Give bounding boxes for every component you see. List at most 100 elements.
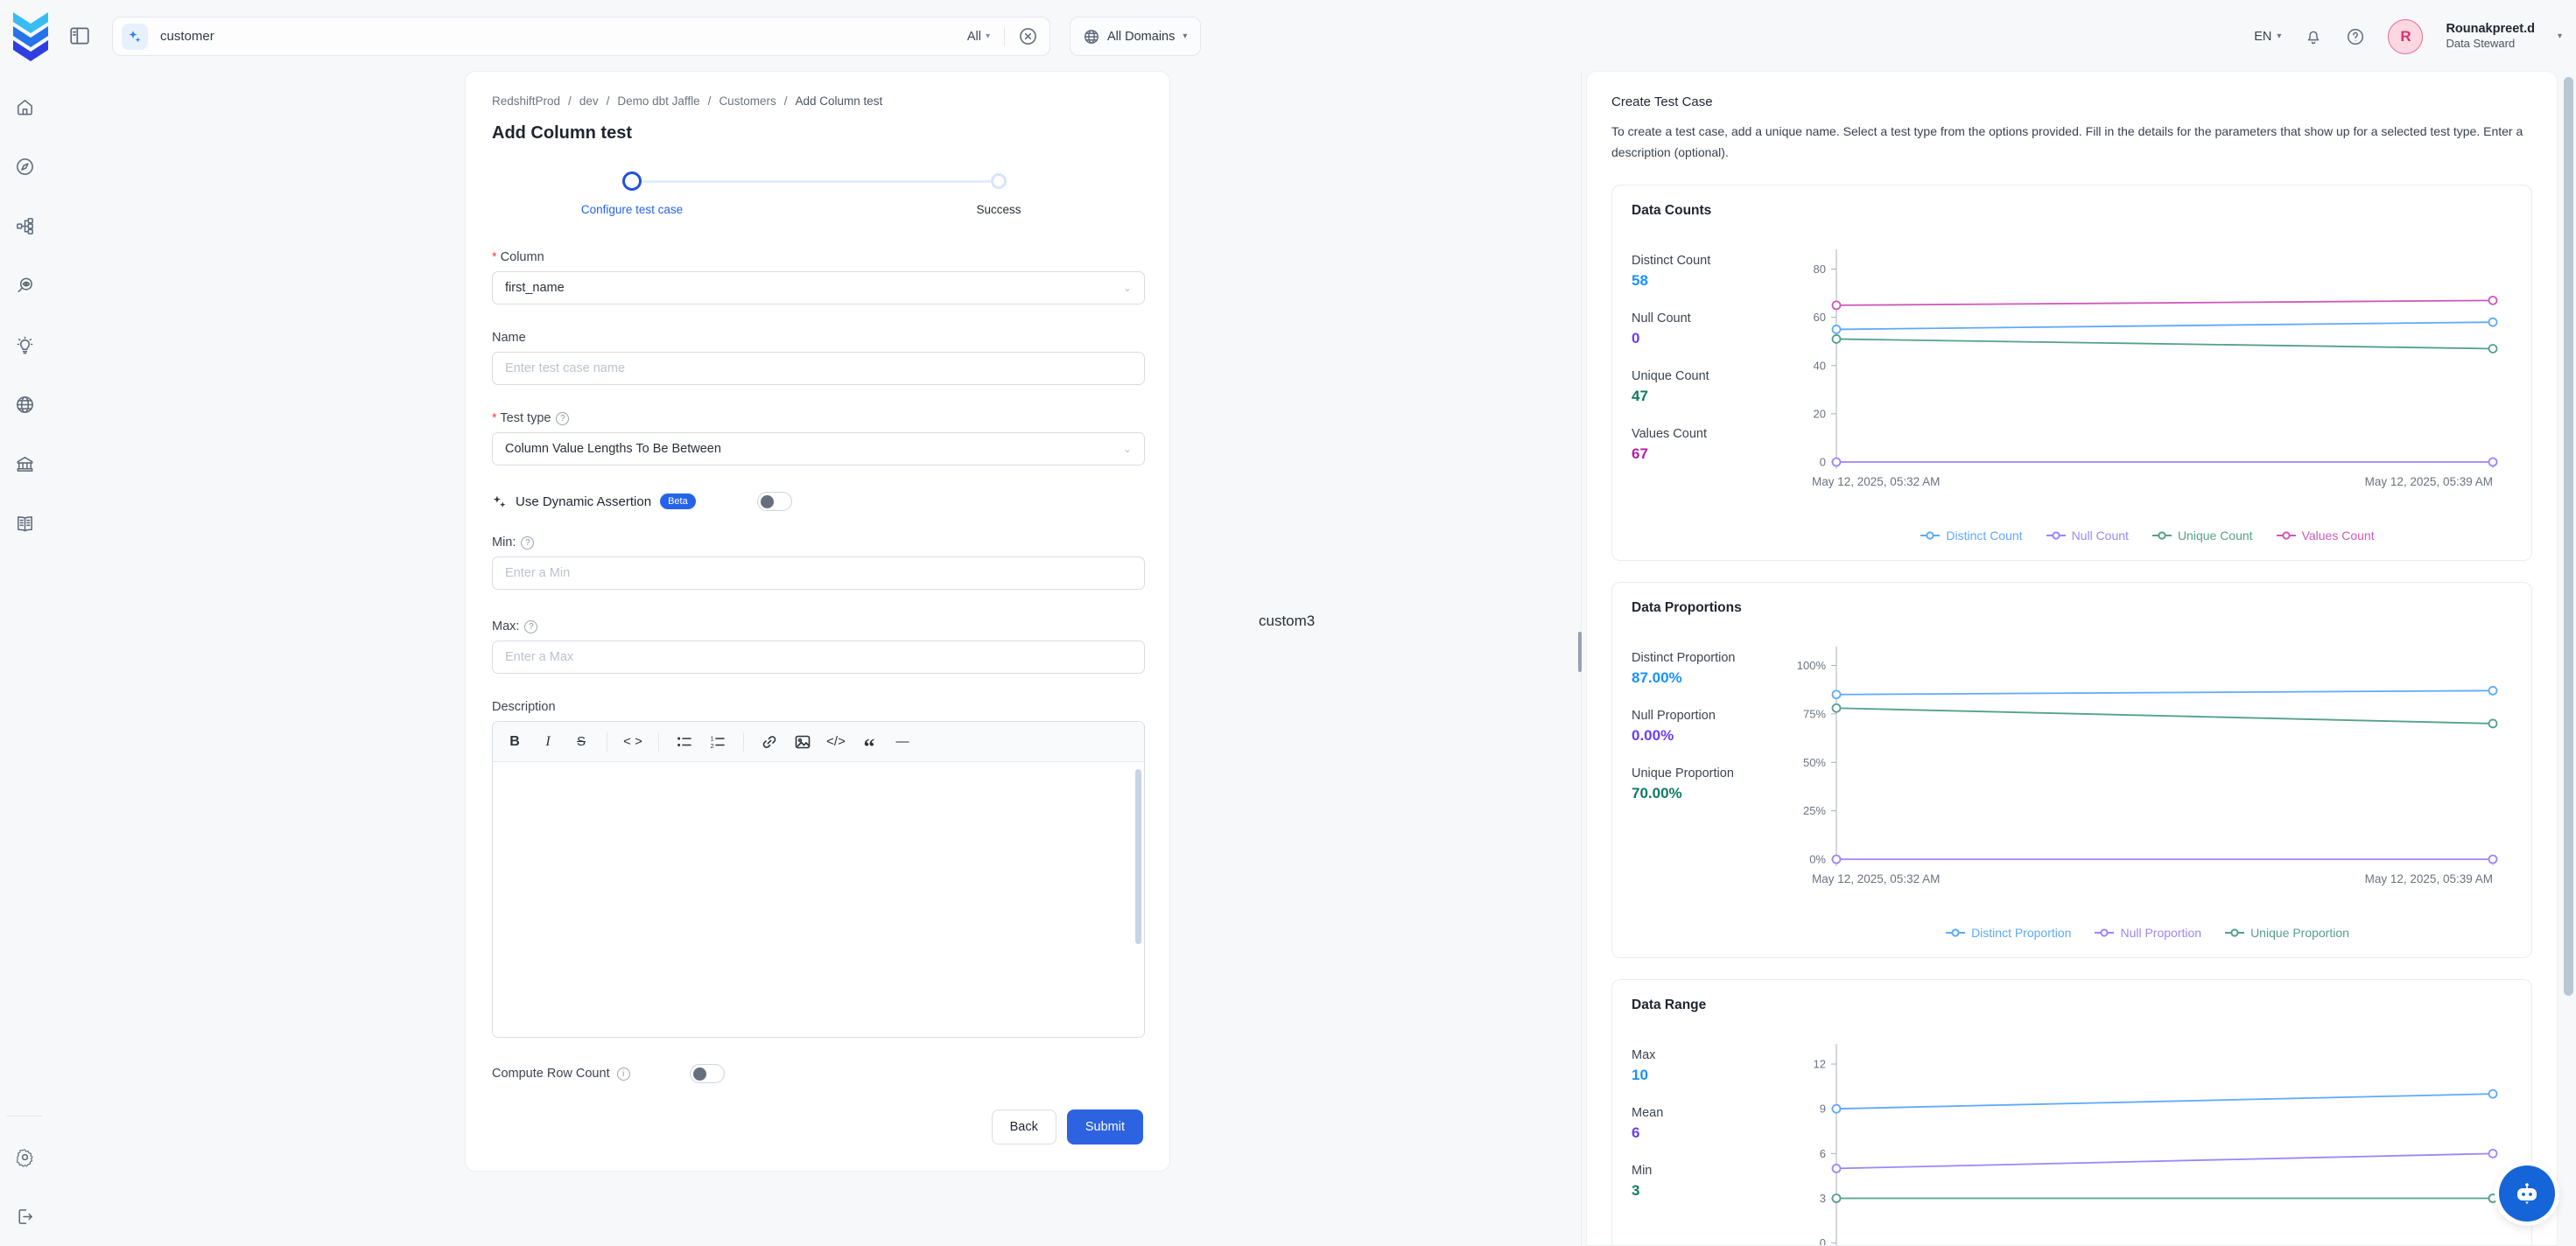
- breadcrumb-link[interactable]: RedshiftProd: [492, 94, 560, 108]
- sidebar-item-explore[interactable]: [5, 136, 44, 196]
- page-title: Add Column test: [492, 123, 1143, 144]
- numbered-list-button[interactable]: 12: [701, 727, 734, 757]
- legend-item[interactable]: Values Count: [2276, 528, 2375, 542]
- stat-unique-count: Unique Count47: [1632, 369, 1782, 405]
- legend-item[interactable]: Distinct Count: [1920, 528, 2022, 542]
- image-button[interactable]: [786, 727, 819, 757]
- panel-resize-handle[interactable]: [1578, 632, 1582, 672]
- strikethrough-button[interactable]: S: [565, 727, 598, 757]
- scrollbar-thumb[interactable]: [1135, 769, 1141, 944]
- test-case-name-input[interactable]: [492, 352, 1145, 385]
- svg-text:80: 80: [1814, 262, 1826, 276]
- robot-icon: [2512, 1179, 2542, 1208]
- language-selector[interactable]: EN ▾: [2254, 30, 2281, 44]
- chevron-down-icon: ⌄: [1123, 443, 1132, 455]
- add-column-test-panel: RedshiftProd/dev/Demo dbt Jaffle/Custome…: [465, 71, 1170, 1172]
- search-scope-dropdown[interactable]: All ▾: [967, 30, 990, 44]
- ai-sparkle-icon[interactable]: [122, 24, 148, 50]
- quote-button[interactable]: “: [853, 727, 886, 757]
- legend-item[interactable]: Unique Count: [2151, 528, 2253, 542]
- sidebar-item-govern[interactable]: [5, 434, 44, 494]
- name-field-label: Name: [492, 331, 526, 345]
- user-avatar[interactable]: R: [2388, 19, 2423, 54]
- breadcrumb-link[interactable]: Add Column test: [795, 94, 882, 108]
- legend-item[interactable]: Null Count: [2046, 528, 2129, 542]
- sidebar-item-home[interactable]: [5, 77, 44, 136]
- sidebar-item-logout[interactable]: [5, 1186, 44, 1246]
- submit-button[interactable]: Submit: [1067, 1110, 1143, 1144]
- notifications-bell-icon[interactable]: [2304, 27, 2323, 46]
- help-icon[interactable]: ?: [524, 620, 537, 634]
- app-logo-icon[interactable]: [11, 10, 51, 61]
- help-icon[interactable]: ?: [521, 536, 534, 550]
- back-button[interactable]: Back: [992, 1110, 1056, 1144]
- global-search-bar[interactable]: customer All ▾: [112, 17, 1050, 56]
- chart-title: Data Range: [1632, 998, 2512, 1013]
- sidebar-item-glossary[interactable]: [5, 494, 44, 553]
- compass-icon: [15, 157, 35, 177]
- svg-text:3: 3: [1820, 1192, 1826, 1205]
- breadcrumb-link[interactable]: dev: [579, 94, 599, 108]
- divider: [1004, 27, 1005, 46]
- sidebar-item-domains[interactable]: [5, 374, 44, 434]
- lineage-network-icon: [15, 216, 35, 236]
- sidebar-item-lineage[interactable]: [5, 196, 44, 256]
- gear-icon: [15, 1147, 35, 1167]
- description-field-label: Description: [492, 700, 556, 714]
- stat-distinct-count: Distinct Count58: [1632, 254, 1782, 290]
- scrollbar-thumb[interactable]: [2564, 77, 2573, 996]
- data-range-card: Data Range Max10Mean6Min3 036912May 12, …: [1611, 979, 2532, 1246]
- test-type-select[interactable]: Column Value Lengths To Be Between ⌄: [492, 432, 1145, 466]
- breadcrumb: RedshiftProd/dev/Demo dbt Jaffle/Custome…: [492, 94, 1143, 108]
- sidebar-item-observability[interactable]: [5, 256, 44, 315]
- breadcrumb-link[interactable]: Customers: [719, 94, 776, 108]
- min-input[interactable]: [492, 556, 1145, 590]
- column-select[interactable]: first_name ⌄: [492, 271, 1145, 304]
- code-block-button[interactable]: </>: [819, 727, 853, 757]
- stepper-connector: [642, 180, 991, 183]
- legend-item[interactable]: Null Proportion: [2094, 926, 2201, 940]
- step-pending-dot: [991, 173, 1007, 189]
- test-type-field-label: Test type: [492, 411, 551, 425]
- breadcrumb-separator: /: [568, 94, 572, 108]
- svg-text:May 12, 2025, 05:32 AM: May 12, 2025, 05:32 AM: [1812, 872, 1940, 886]
- sidebar-item-insights[interactable]: [5, 315, 44, 374]
- book-icon: [15, 514, 35, 534]
- info-icon[interactable]: i: [617, 1068, 630, 1081]
- stepper: Configure test case Success: [492, 172, 1143, 226]
- dynamic-assertion-toggle[interactable]: [757, 492, 792, 511]
- compute-row-count-toggle[interactable]: [690, 1064, 725, 1083]
- stat-distinct-proportion: Distinct Proportion87.00%: [1632, 651, 1782, 687]
- chart-title: Data Proportions: [1632, 600, 2512, 616]
- horizontal-rule-button[interactable]: —: [886, 727, 919, 757]
- line-chart: 020406080May 12, 2025, 05:32 AMMay 12, 2…: [1782, 242, 2512, 514]
- globe-icon: [1084, 29, 1099, 45]
- link-button[interactable]: [753, 727, 786, 757]
- sidebar-toggle-icon[interactable]: [68, 24, 91, 47]
- sidebar-item-settings[interactable]: [5, 1127, 44, 1186]
- description-textarea[interactable]: [493, 762, 1144, 1037]
- bullet-list-button[interactable]: [668, 727, 701, 757]
- stat-unique-proportion: Unique Proportion70.00%: [1632, 766, 1782, 802]
- stat-null-count: Null Count0: [1632, 312, 1782, 347]
- breadcrumb-link[interactable]: Demo dbt Jaffle: [617, 94, 699, 108]
- help-icon[interactable]: ?: [556, 412, 569, 425]
- max-input[interactable]: [492, 640, 1145, 674]
- user-info[interactable]: Rounakpreet.d Data Steward: [2446, 21, 2535, 51]
- panel-description: To create a test case, add a unique name…: [1611, 122, 2527, 164]
- inline-code-button[interactable]: < >: [616, 727, 649, 757]
- observability-icon: [15, 276, 35, 296]
- stat-min: Min3: [1632, 1164, 1782, 1200]
- user-name: Rounakpreet.d: [2446, 21, 2535, 37]
- legend-item[interactable]: Unique Proportion: [2224, 926, 2349, 940]
- svg-text:60: 60: [1814, 311, 1826, 324]
- help-icon[interactable]: [2346, 27, 2365, 46]
- user-menu-chevron-icon[interactable]: ▾: [2558, 32, 2562, 41]
- legend-item[interactable]: Distinct Proportion: [1945, 926, 2071, 940]
- italic-button[interactable]: I: [531, 727, 565, 757]
- clear-search-icon[interactable]: [1019, 27, 1037, 46]
- chatbot-button[interactable]: [2499, 1166, 2555, 1222]
- bold-button[interactable]: B: [498, 727, 531, 757]
- search-input[interactable]: customer: [160, 29, 967, 44]
- domains-filter-button[interactable]: All Domains ▾: [1070, 17, 1201, 56]
